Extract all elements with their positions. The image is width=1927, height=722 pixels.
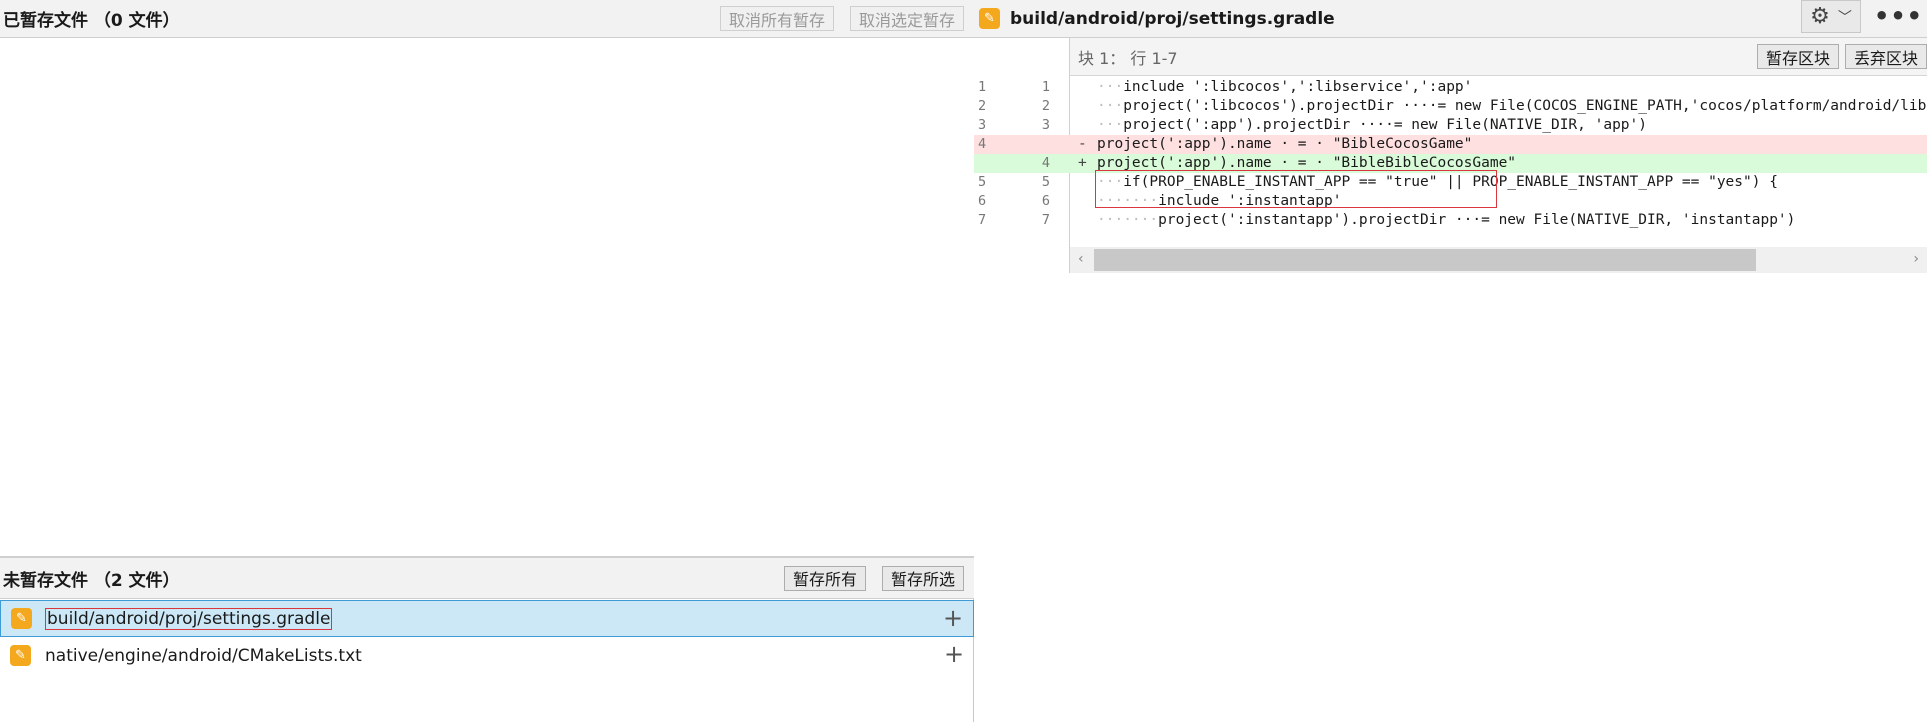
- diff-file-title: build/android/proj/settings.gradle: [1010, 8, 1335, 29]
- gear-icon: ⚙: [1810, 4, 1830, 29]
- diff-line-added: 4 + project(':app').name · = · "BibleBible…: [974, 154, 1927, 173]
- code-text: ···project(':app').projectDir ····= new …: [1097, 117, 1647, 133]
- code-text: ·······include ':instantapp': [1097, 193, 1342, 209]
- code-text: ···project(':libcocos').projectDir ····=…: [1097, 98, 1927, 114]
- horizontal-scrollbar[interactable]: ‹ ›: [1070, 247, 1927, 273]
- new-line-number: 5: [1041, 174, 1050, 190]
- file-name: build/android/proj/settings.gradle: [45, 607, 333, 630]
- scrollbar-thumb[interactable]: [1094, 249, 1756, 271]
- diff-line-context: 5 5 ···if(PROP_ENABLE_INSTANT_APP == "true…: [974, 173, 1927, 192]
- stage-file-plus-icon[interactable]: +: [942, 642, 966, 667]
- file-name: native/engine/android/CMakeLists.txt: [45, 645, 362, 666]
- old-line-number: 1: [978, 79, 987, 95]
- unstage-selected-button[interactable]: 取消选定暂存: [849, 6, 964, 31]
- stage-hunk-button[interactable]: 暂存区块: [1756, 44, 1839, 69]
- old-line-number: 3: [978, 117, 987, 133]
- diff-lines[interactable]: 1 1 ···include ':libcocos',':libservice','…: [974, 78, 1927, 230]
- file-status-pane: 已暂存文件 （0 文件） 取消所有暂存 取消选定暂存 未暂存文件 （2 文件） …: [0, 0, 974, 722]
- diff-line-removed: 4 - project(':app').name · = · "BibleCocos…: [974, 135, 1927, 154]
- diff-empty-area: [974, 274, 1927, 722]
- diff-header: ✎ build/android/proj/settings.gradle ⚙ ﹀…: [974, 0, 1927, 38]
- staged-actions: 取消所有暂存 取消选定暂存: [719, 6, 974, 31]
- diff-line-context: 6 6 ·······include ':instantapp': [974, 192, 1927, 211]
- unstage-all-button[interactable]: 取消所有暂存: [719, 6, 834, 31]
- pencil-icon: ✎: [10, 645, 31, 666]
- old-line-number: 2: [978, 98, 987, 114]
- unstaged-file-row[interactable]: ✎ native/engine/android/CMakeLists.txt +: [0, 637, 974, 674]
- diff-marker: -: [1078, 136, 1087, 152]
- unstaged-files-header: 未暂存文件 （2 文件） 暂存所有 暂存所选: [0, 556, 974, 599]
- old-line-number: 7: [978, 212, 987, 228]
- new-line-number: 4: [1041, 155, 1050, 171]
- hunk-header: 块 1： 行 1-7 暂存区块 丢弃区块: [1070, 38, 1927, 76]
- chevron-down-icon: ﹀: [1837, 9, 1852, 26]
- code-text: project(':app').name · = · "BibleCocosGa…: [1097, 136, 1473, 152]
- code-text: project(':app').name · = · "BibleBibleCo…: [1097, 155, 1517, 171]
- diff-marker: +: [1078, 155, 1087, 171]
- pencil-icon: ✎: [979, 8, 1000, 29]
- new-line-number: 7: [1041, 212, 1050, 228]
- new-line-number: 3: [1041, 117, 1050, 133]
- code-text: ···if(PROP_ENABLE_INSTANT_APP == "true" …: [1097, 174, 1778, 190]
- unstaged-files-title: 未暂存文件 （2 文件）: [3, 570, 180, 591]
- staged-files-title: 已暂存文件 （0 文件）: [3, 11, 180, 31]
- diff-line-context: 3 3 ···project(':app').projectDir ····= ne…: [974, 116, 1927, 135]
- code-text: ···include ':libcocos',':libservice',':a…: [1097, 79, 1473, 95]
- old-line-number: 5: [978, 174, 987, 190]
- code-text: ·······project(':instantapp').projectDir…: [1097, 212, 1796, 228]
- hunk-actions: 暂存区块 丢弃区块: [1756, 44, 1927, 69]
- diff-line-context: 2 2 ···project(':libcocos').projectDir ···…: [974, 97, 1927, 116]
- scroll-left-icon[interactable]: ‹: [1078, 251, 1084, 267]
- discard-hunk-button[interactable]: 丢弃区块: [1844, 44, 1927, 69]
- diff-view: 块 1： 行 1-7 暂存区块 丢弃区块 1 1 ···include ':libc…: [974, 38, 1927, 273]
- stage-all-button[interactable]: 暂存所有: [783, 565, 866, 591]
- unstaged-file-row[interactable]: ✎ build/android/proj/settings.gradle +: [0, 600, 974, 637]
- staged-file-list[interactable]: [0, 38, 974, 556]
- new-line-number: 2: [1041, 98, 1050, 114]
- diff-pane: ✎ build/android/proj/settings.gradle ⚙ ﹀…: [974, 0, 1927, 722]
- unstaged-actions: 暂存所有 暂存所选: [783, 565, 974, 591]
- unstaged-file-list: ✎ build/android/proj/settings.gradle + ✎…: [0, 600, 974, 674]
- diff-line-context: 7 7 ·······project(':instantapp').projectD…: [974, 211, 1927, 230]
- new-line-number: 6: [1041, 193, 1050, 209]
- pencil-icon: ✎: [11, 608, 32, 629]
- hunk-range-label: 块 1： 行 1-7: [1078, 48, 1178, 68]
- scroll-right-icon[interactable]: ›: [1913, 251, 1919, 267]
- old-line-number: 4: [978, 136, 987, 152]
- old-line-number: 6: [978, 193, 987, 209]
- new-line-number: 1: [1041, 79, 1050, 95]
- stage-selected-button[interactable]: 暂存所选: [881, 565, 964, 591]
- git-staging-window: 已暂存文件 （0 文件） 取消所有暂存 取消选定暂存 未暂存文件 （2 文件） …: [0, 0, 1927, 722]
- diff-line-context: 1 1 ···include ':libcocos',':libservice','…: [974, 78, 1927, 97]
- settings-dropdown-button[interactable]: ⚙ ﹀: [1801, 0, 1861, 33]
- more-options-icon[interactable]: •••: [1874, 2, 1923, 30]
- stage-file-plus-icon[interactable]: +: [941, 606, 965, 631]
- staged-files-header: 已暂存文件 （0 文件） 取消所有暂存 取消选定暂存: [0, 0, 974, 38]
